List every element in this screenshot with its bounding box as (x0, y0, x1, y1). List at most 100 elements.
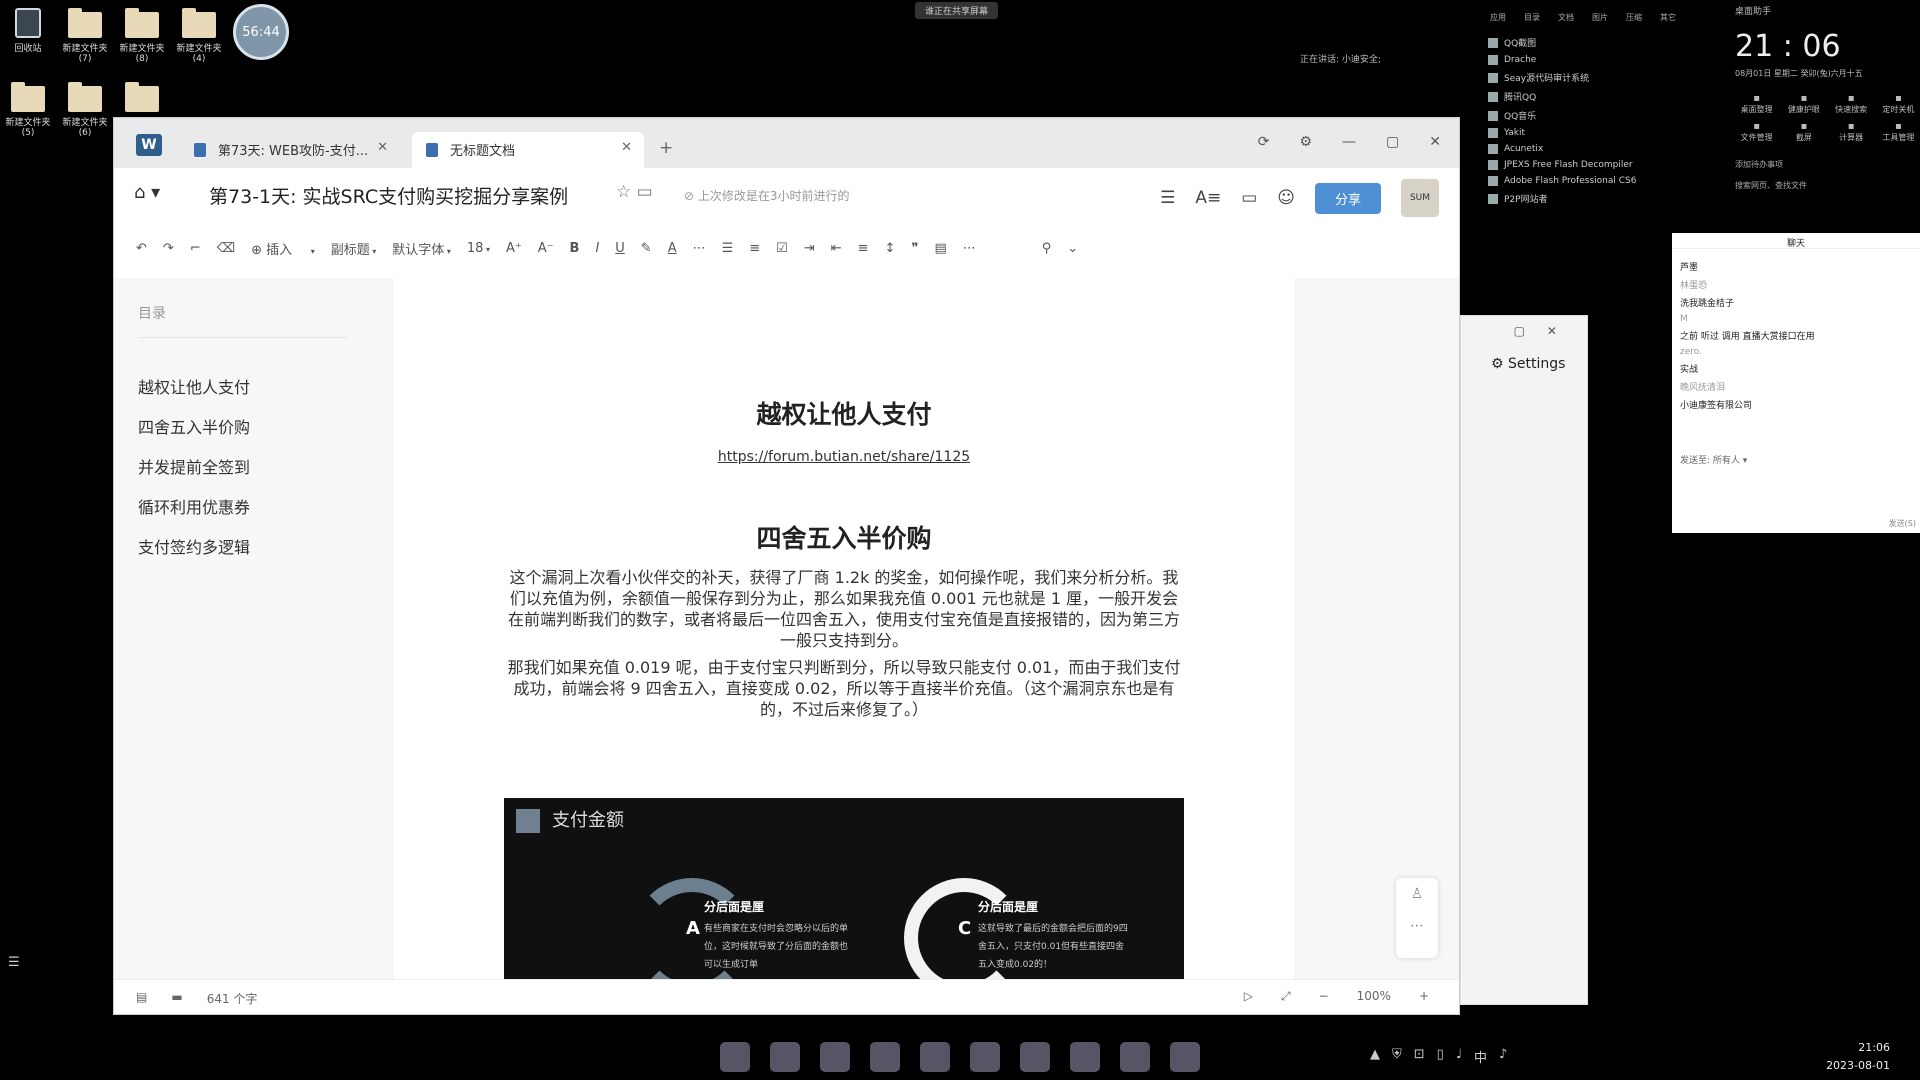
chat-send-button[interactable]: 发送(S) (1889, 518, 1916, 529)
line-spacing-icon[interactable]: ↕ (885, 241, 896, 256)
paragraph-style-select[interactable]: 副标题 (331, 239, 377, 258)
floating-sidebar[interactable]: ♙ ⋯ (1396, 878, 1438, 958)
shield-icon[interactable]: ⛨ (1392, 1047, 1402, 1066)
close-icon[interactable]: ✕ (621, 140, 632, 155)
chat-send-to[interactable]: 发送至: 所有人 ▾ (1680, 453, 1747, 466)
app-item[interactable]: 腾讯QQ (1480, 87, 1700, 106)
tool-item[interactable]: 计算器 (1830, 121, 1873, 143)
font-select[interactable]: 默认字体 (392, 239, 451, 258)
page-view-icon[interactable]: ▬ (171, 990, 182, 1007)
text-style-icon[interactable]: A≡ (1195, 188, 1221, 208)
app-item[interactable]: Yakit (1480, 125, 1700, 141)
desktop-icon-folder[interactable]: 新建文件夹 (4) (171, 8, 227, 64)
search-icon[interactable]: ⚲ (1042, 241, 1052, 256)
volume-icon[interactable]: ♪ (1499, 1047, 1507, 1066)
app-item[interactable]: QQ截图 (1480, 33, 1700, 52)
shirt-icon[interactable]: ♙ (1396, 886, 1438, 902)
tab-doc-1[interactable]: 第73天: WEB攻防-支付... ✕ (180, 132, 400, 168)
more-icon[interactable]: ⋯ (1396, 918, 1438, 934)
eraser-icon[interactable]: ⌫ (217, 241, 235, 256)
outline-item[interactable]: 越权让他人支付 (138, 374, 348, 398)
desktop-icon-folder[interactable] (114, 82, 170, 115)
font-shrink-icon[interactable]: A⁻ (538, 241, 554, 256)
app-item[interactable]: Adobe Flash Professional CS6 (1480, 173, 1700, 189)
settings-window-controls[interactable]: ▢✕ (1514, 324, 1579, 338)
reference-link[interactable]: https://forum.butian.net/share/1125 (394, 449, 1294, 465)
desktop-icon-folder[interactable]: 新建文件夹 (7) (57, 8, 113, 64)
app-tab[interactable]: 目录 (1524, 12, 1540, 23)
start-icon[interactable] (720, 1042, 750, 1072)
more-icon[interactable]: ⋯ (963, 241, 976, 256)
desktop-icon-folder[interactable]: 新建文件夹 (6) (57, 82, 113, 138)
outline-item[interactable]: 支付签约多逻辑 (138, 534, 348, 558)
bold-icon[interactable]: B (570, 241, 580, 256)
battery-icon[interactable]: ▯ (1437, 1047, 1444, 1066)
align-icon[interactable]: ≡ (858, 241, 869, 256)
outline-item[interactable]: 并发提前全签到 (138, 454, 348, 478)
zoom-out-icon[interactable]: − (1319, 989, 1329, 1004)
close-icon[interactable]: ✕ (1429, 134, 1441, 150)
wps-logo-icon[interactable]: W (136, 134, 162, 156)
app-tab[interactable]: 应用 (1490, 12, 1506, 23)
outline-item[interactable]: 四舍五入半价购 (138, 414, 348, 438)
more-icon[interactable]: ⋯ (693, 241, 706, 256)
browser-icon[interactable] (870, 1042, 900, 1072)
system-clock[interactable]: 21:06 2023-08-01 (1826, 1039, 1890, 1075)
tool-item[interactable]: 快速搜索 (1830, 93, 1873, 115)
indent-icon[interactable]: ⇥ (804, 241, 815, 256)
star-icon[interactable]: ☆ ▭ (616, 182, 653, 202)
word-count[interactable]: 641 个字 (207, 990, 258, 1007)
meeting-icon[interactable] (1170, 1042, 1200, 1072)
maximize-icon[interactable]: ▢ (1386, 134, 1399, 150)
font-color-icon[interactable]: A (668, 241, 677, 256)
quote-icon[interactable]: ❞ (911, 241, 918, 256)
outdent-icon[interactable]: ⇤ (831, 241, 842, 256)
highlight-icon[interactable]: ✎ (641, 241, 652, 256)
numbered-list-icon[interactable]: ≡ (749, 241, 760, 256)
redo-icon[interactable]: ↷ (163, 241, 174, 256)
terminal-icon[interactable] (1020, 1042, 1050, 1072)
desktop-icon-folder[interactable]: 新建文件夹 (5) (0, 82, 56, 138)
minimize-icon[interactable]: — (1342, 134, 1356, 150)
outline-toggle-icon[interactable]: ▤ (136, 990, 147, 1007)
settings-header[interactable]: ⚙ Settings (1491, 356, 1565, 372)
microphone-icon[interactable]: ♩ (1456, 1047, 1462, 1066)
tool-item[interactable]: 工具管理 (1877, 121, 1920, 143)
screen-share-banner[interactable]: 谁正在共享屏幕 (915, 2, 999, 19)
undo-icon[interactable]: ↶ (136, 241, 147, 256)
gear-icon[interactable]: ⚙ (1299, 134, 1312, 150)
present-icon[interactable]: ▭ (1241, 188, 1257, 208)
chevron-down-icon[interactable]: ⌄ (1067, 241, 1078, 256)
desktop-icon-folder[interactable]: 新建文件夹 (8) (114, 8, 170, 64)
tab-doc-2[interactable]: 无标题文档 ✕ (412, 132, 644, 168)
app-tab[interactable]: 其它 (1660, 12, 1676, 23)
share-button[interactable]: 分享 (1314, 182, 1381, 214)
app-item[interactable]: Seay源代码审计系统 (1480, 68, 1700, 87)
bullet-list-icon[interactable]: ☰ (722, 241, 734, 256)
app-item[interactable]: QQ音乐 (1480, 106, 1700, 125)
collaborate-icon[interactable]: ☺ (1277, 188, 1295, 208)
play-icon[interactable]: ▷ (1244, 989, 1253, 1004)
app-item[interactable]: P2P网站者 (1480, 189, 1700, 208)
italic-icon[interactable]: I (595, 241, 599, 256)
refresh-icon[interactable]: ⟳ (1258, 134, 1270, 150)
tool-item[interactable]: 桌面整理 (1735, 93, 1778, 115)
new-tab-icon[interactable]: + (659, 138, 673, 158)
network-icon[interactable]: ⊡ (1414, 1047, 1425, 1066)
app-tab[interactable]: 图片 (1592, 12, 1608, 23)
remote-icon[interactable] (1070, 1042, 1100, 1072)
zoom-level[interactable]: 100% (1357, 989, 1391, 1004)
tool-item[interactable]: 文件管理 (1735, 121, 1778, 143)
format-painter-icon[interactable]: ⌐ (190, 241, 201, 256)
list-icon[interactable]: ☰ (8, 955, 20, 970)
add-todo[interactable]: 添加待办事项 (1735, 159, 1920, 170)
close-icon[interactable]: ✕ (377, 140, 388, 155)
ime-indicator[interactable]: 中 (1474, 1047, 1487, 1066)
menu-icon[interactable]: ☰ (1160, 188, 1175, 208)
document-page[interactable]: 越权让他人支付 https://forum.butian.net/share/1… (394, 278, 1294, 981)
edge-icon[interactable] (820, 1042, 850, 1072)
outline-item[interactable]: 循环利用优惠券 (138, 494, 348, 518)
photos-icon[interactable] (970, 1042, 1000, 1072)
app-tab[interactable]: 压缩 (1626, 12, 1642, 23)
tray-icon[interactable]: ▲ (1370, 1047, 1380, 1066)
